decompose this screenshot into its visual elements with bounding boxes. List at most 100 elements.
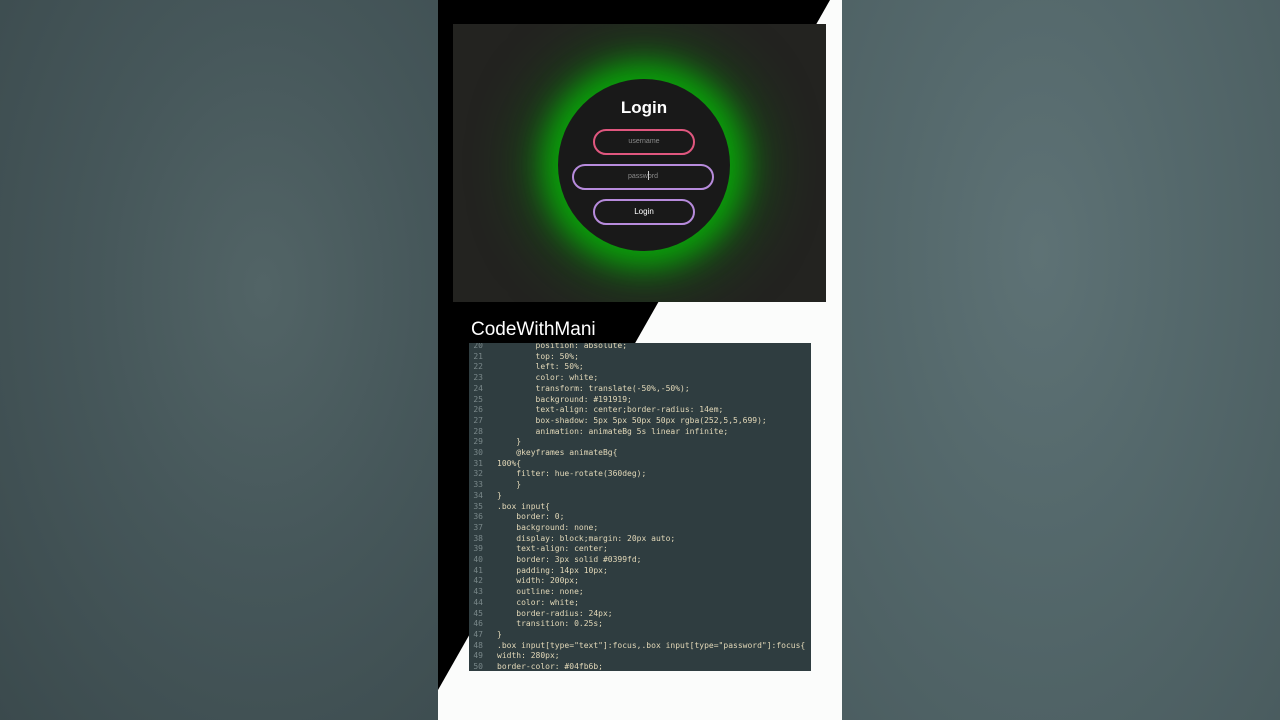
code-line: 49 width: 280px; [469, 650, 811, 661]
line-number: 38 [473, 533, 483, 543]
line-number: 21 [473, 351, 483, 361]
code-line: 34} [469, 490, 811, 501]
line-number: 32 [473, 469, 483, 479]
code-text: width: 280px; [497, 651, 560, 661]
code-text: position: absolute; [497, 343, 628, 350]
line-number: 35 [473, 501, 483, 511]
line-number: 30 [473, 448, 483, 457]
code-text: filter: hue-rotate(360deg); [497, 469, 647, 479]
line-number: 44 [473, 597, 483, 607]
code-line: 22 left: 50%; [469, 361, 811, 372]
code-line: 25 background: #191919; [469, 394, 811, 405]
code-line: 30 @keyframes animateBg{ [469, 447, 811, 458]
code-line: 45 border-radius: 24px; [469, 608, 811, 619]
line-number: 31 [473, 458, 483, 468]
code-line: 21 top: 50%; [469, 351, 811, 362]
line-number: 36 [473, 512, 483, 522]
code-text: } [497, 437, 522, 447]
code-line: 23 color: white; [469, 372, 811, 383]
code-line: 27 box-shadow: 5px 5px 50px 50px rgba(25… [469, 415, 811, 426]
code-text: border-radius: 24px; [497, 608, 613, 618]
line-number: 27 [473, 415, 483, 425]
code-line: 29 } [469, 436, 811, 447]
line-number: 28 [473, 426, 483, 436]
code-line: 42 width: 200px; [469, 575, 811, 586]
code-line: 39 text-align: center; [469, 543, 811, 554]
code-text: text-align: center; [497, 544, 608, 554]
code-text: top: 50%; [497, 351, 579, 361]
code-line: 36 border: 0; [469, 511, 811, 522]
line-number: 50 [473, 662, 483, 671]
code-text: @keyframes animateBg{ [497, 448, 618, 457]
line-number: 48 [473, 640, 483, 650]
line-number: 43 [473, 587, 483, 597]
code-text: border-color: #04fb6b; [497, 662, 603, 671]
code-text: color: white; [497, 597, 579, 607]
code-line: 43 outline: none; [469, 586, 811, 597]
code-line: 38 display: block;margin: 20px auto; [469, 533, 811, 544]
code-text: left: 50%; [497, 362, 584, 372]
code-line: 32 filter: hue-rotate(360deg); [469, 468, 811, 479]
code-text: width: 200px; [497, 576, 579, 586]
code-line: 44 color: white; [469, 597, 811, 608]
code-line: 33 } [469, 479, 811, 490]
login-button[interactable]: Login [593, 199, 695, 225]
code-text: transition: 0.25s; [497, 619, 603, 629]
code-line: 26 text-align: center;border-radius: 14e… [469, 404, 811, 415]
code-line: 46 transition: 0.25s; [469, 618, 811, 629]
code-text: 100%{ [497, 458, 522, 468]
code-text: display: block;margin: 20px auto; [497, 533, 676, 543]
code-text: text-align: center;border-radius: 14em; [497, 405, 724, 415]
code-text: transform: translate(-50%,-50%); [497, 383, 690, 393]
line-number: 45 [473, 608, 483, 618]
line-number: 49 [473, 651, 483, 661]
password-input[interactable]: password [572, 164, 714, 190]
code-text: animation: animateBg 5s linear infinite; [497, 426, 729, 436]
code-line: 28 animation: animateBg 5s linear infini… [469, 426, 811, 437]
username-input[interactable]: username [593, 129, 695, 155]
code-line: 40 border: 3px solid #0399fd; [469, 554, 811, 565]
line-number: 42 [473, 576, 483, 586]
login-title: Login [620, 98, 668, 117]
code-text: } [497, 629, 502, 639]
left-blur-background [0, 0, 438, 720]
line-number: 23 [473, 373, 483, 383]
code-line: 50 border-color: #04fb6b; [469, 661, 811, 671]
line-number: 39 [473, 544, 483, 554]
line-number: 37 [473, 522, 483, 532]
line-number: 34 [473, 490, 483, 500]
code-text: .box input[type="text"]:focus,.box input… [497, 640, 806, 650]
right-blur-background [842, 0, 1280, 720]
code-text: color: white; [497, 373, 599, 383]
code-text: box-shadow: 5px 5px 50px 50px rgba(252,5… [497, 415, 767, 425]
code-text: background: #191919; [497, 394, 632, 404]
line-number: 25 [473, 394, 483, 404]
code-line: 35 .box input{ [469, 501, 811, 512]
line-number: 33 [473, 480, 483, 490]
code-editor: 20 position: absolute; 21 top: 50%; 22 lef… [469, 343, 811, 671]
code-text: outline: none; [497, 587, 584, 597]
login-preview: Login username password Login [453, 24, 826, 302]
code-line: 48 .box input[type="text"]:focus,.box inp… [469, 640, 811, 651]
line-number: 47 [473, 629, 483, 639]
text-cursor-icon [648, 171, 649, 180]
code-text: .box input{ [497, 501, 550, 511]
video-frame: Login username password Login CodeWithMa… [438, 0, 842, 720]
line-number: 26 [473, 405, 483, 415]
line-number: 41 [473, 565, 483, 575]
code-text: } [497, 490, 502, 500]
code-line: 24 transform: translate(-50%,-50%); [469, 383, 811, 394]
code-line: 41 padding: 14px 10px; [469, 565, 811, 576]
code-line: 37 background: none; [469, 522, 811, 533]
line-number: 22 [473, 362, 483, 372]
channel-name: CodeWithMani [471, 319, 596, 340]
line-number: 40 [473, 555, 483, 564]
code-line: 31 100%{ [469, 458, 811, 469]
code-text: } [497, 480, 522, 490]
code-text: border: 3px solid #0399fd; [497, 555, 642, 564]
code-text: background: none; [497, 522, 599, 532]
code-text: border: 0; [497, 512, 565, 522]
line-number: 46 [473, 619, 483, 629]
line-number: 29 [473, 437, 483, 447]
line-number: 24 [473, 383, 483, 393]
